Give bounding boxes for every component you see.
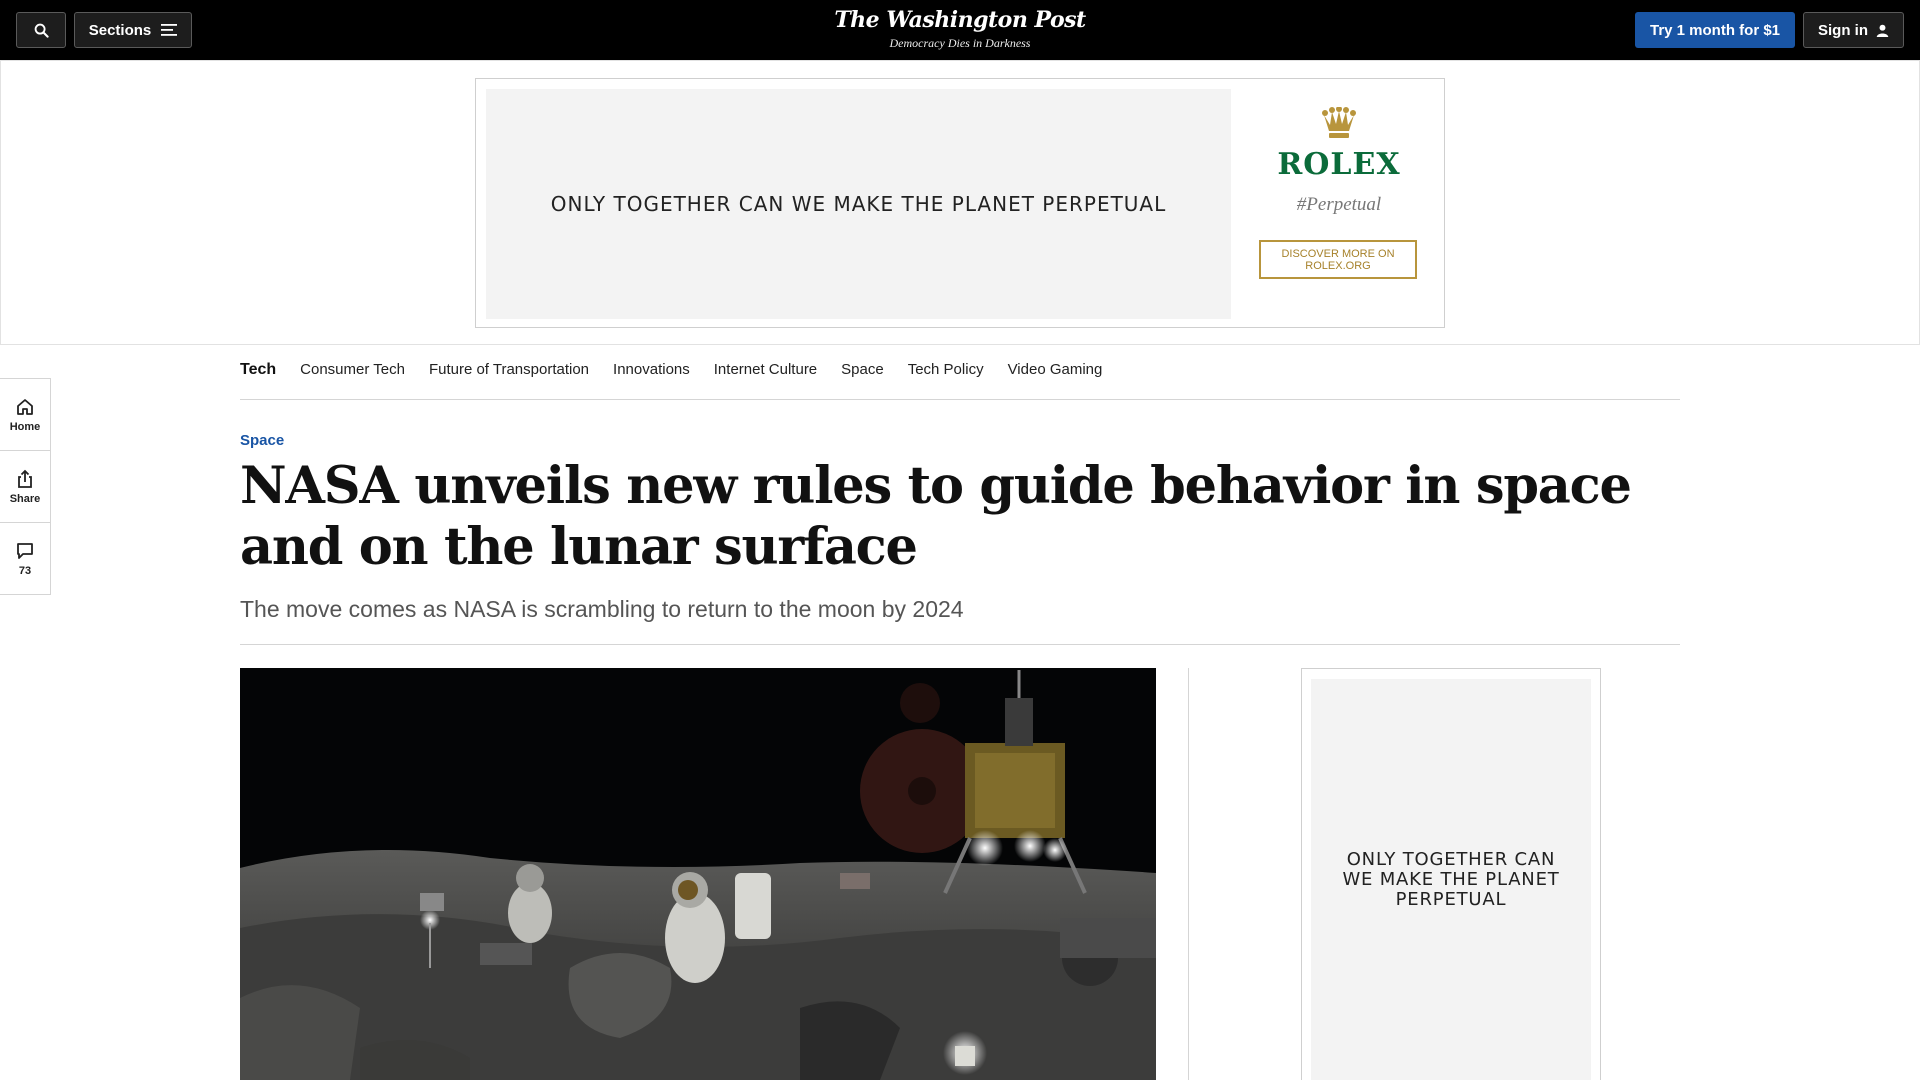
hamburger-menu-icon — [161, 24, 178, 36]
section-nav-future-of-transportation[interactable]: Future of Transportation — [429, 358, 589, 378]
section-navigation: Tech Consumer Tech Future of Transportat… — [240, 358, 1680, 400]
column-divider — [1188, 668, 1189, 1080]
share-icon — [18, 469, 32, 488]
logo-tagline: Democracy Dies in Darkness — [889, 36, 1031, 50]
article-kicker[interactable]: Space — [240, 432, 284, 449]
section-nav-video-gaming[interactable]: Video Gaming — [1008, 358, 1103, 378]
header-divider — [240, 644, 1680, 645]
share-label: Share — [9, 492, 41, 505]
home-icon — [17, 398, 33, 415]
user-icon — [1876, 24, 1889, 37]
section-nav-consumer-tech[interactable]: Consumer Tech — [300, 358, 405, 378]
sidebar-ad[interactable]: ONLY TOGETHER CAN WE MAKE THE PLANET PER… — [1301, 668, 1601, 1080]
ad-slogan: ONLY TOGETHER CAN WE MAKE THE PLANET PER… — [486, 89, 1231, 319]
section-nav-internet-culture[interactable]: Internet Culture — [714, 358, 817, 378]
left-action-rail: Home Share 73 — [0, 378, 51, 595]
comments-button[interactable]: 73 — [0, 523, 50, 595]
lunar-illustration — [240, 668, 1156, 1080]
search-icon — [34, 23, 49, 38]
ad-discover-button[interactable]: DISCOVER MORE ON ROLEX.ORG — [1259, 240, 1417, 279]
section-nav-tech[interactable]: Tech — [240, 358, 276, 379]
lead-image[interactable] — [240, 668, 1156, 1080]
top-navigation-bar: Sections The Washington Post Democracy D… — [0, 0, 1920, 60]
sidebar-ad-slogan: ONLY TOGETHER CAN WE MAKE THE PLANET PER… — [1311, 679, 1591, 1080]
share-button[interactable]: Share — [0, 451, 50, 523]
home-label: Home — [9, 420, 41, 433]
crown-icon — [1322, 107, 1356, 138]
home-button[interactable]: Home — [0, 379, 50, 451]
sign-in-button[interactable]: Sign in — [1803, 12, 1904, 48]
comment-icon — [17, 543, 33, 559]
ad-hashtag: #Perpetual — [1296, 194, 1382, 215]
ad-brand-name: ROLEX — [1277, 147, 1401, 182]
subscribe-button[interactable]: Try 1 month for $1 — [1635, 12, 1795, 48]
comments-count: 73 — [18, 565, 32, 577]
logo-wordmark: The Washington Post — [834, 7, 1086, 33]
top-banner-ad[interactable]: ONLY TOGETHER CAN WE MAKE THE PLANET PER… — [475, 78, 1445, 328]
section-nav-tech-policy[interactable]: Tech Policy — [908, 358, 984, 378]
article-subheadline: The move comes as NASA is scrambling to … — [240, 596, 964, 622]
section-nav-innovations[interactable]: Innovations — [613, 358, 690, 378]
section-nav-space[interactable]: Space — [841, 358, 884, 378]
search-button[interactable] — [16, 12, 66, 48]
article-headline: NASA unveils new rules to guide behavior… — [240, 456, 1632, 577]
sections-menu-button[interactable]: Sections — [74, 12, 192, 48]
sign-in-label: Sign in — [1818, 21, 1868, 39]
site-logo[interactable]: The Washington Post Democracy Dies in Da… — [760, 7, 1160, 51]
sections-label: Sections — [88, 21, 152, 39]
